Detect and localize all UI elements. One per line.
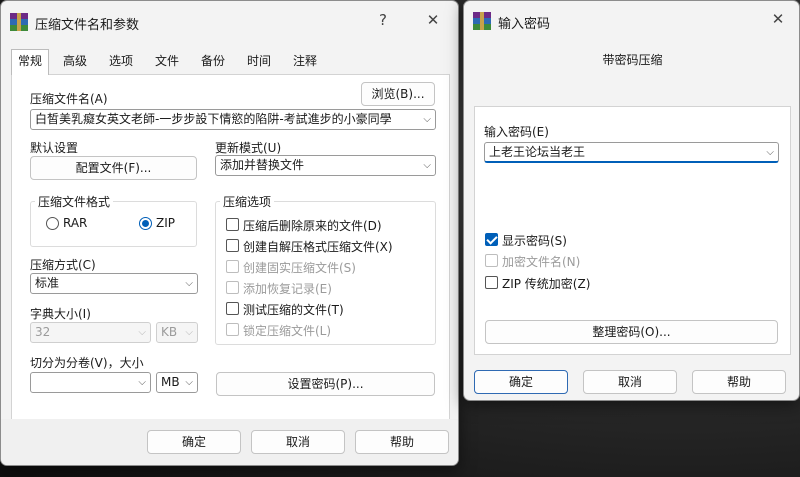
close-icon[interactable]: ✕	[421, 11, 445, 29]
update-mode-value: 添加并替换文件	[220, 158, 305, 172]
options-group-title: 压缩选项	[220, 193, 275, 210]
enter-password-label: 输入密码(E)	[484, 125, 549, 139]
option-solid-checkbox[interactable]	[226, 260, 239, 273]
general-tab-panel: 压缩文件名(A) 浏览(B)... 白皙美乳癡女英文老師-一步步設下情慾的陷阱-…	[11, 74, 450, 420]
format-group-title: 压缩文件格式	[35, 193, 114, 210]
chevron-down-icon[interactable]: ⌵	[423, 110, 431, 129]
main-footer: 确定 取消 帮助	[1, 419, 458, 465]
tab-time[interactable]: 时间	[241, 50, 277, 74]
browse-button[interactable]: 浏览(B)...	[361, 82, 435, 106]
help-icon[interactable]: ?	[371, 11, 395, 29]
encrypt-filenames-checkbox[interactable]	[485, 254, 498, 267]
split-size-input[interactable]: ⌵	[30, 372, 151, 393]
dict-label: 字典大小(I)	[30, 307, 91, 321]
cancel-button[interactable]: 取消	[251, 430, 345, 454]
dict-size-select[interactable]: 32 ⌵	[30, 322, 151, 343]
tab-general[interactable]: 常规	[11, 49, 50, 75]
chevron-down-icon[interactable]: ⌵	[185, 323, 193, 342]
split-label: 切分为分卷(V)，大小	[30, 356, 144, 370]
organize-passwords-button[interactable]: 整理密码(O)...	[485, 320, 778, 344]
option-test-label[interactable]: 测试压缩的文件(T)	[243, 301, 344, 318]
encrypt-filenames-label[interactable]: 加密文件名(N)	[502, 253, 580, 270]
tab-backup[interactable]: 备份	[195, 50, 231, 74]
tab-files[interactable]: 文件	[149, 50, 185, 74]
ok-button[interactable]: 确定	[147, 430, 241, 454]
cancel-button[interactable]: 取消	[583, 370, 677, 394]
option-sfx-label[interactable]: 创建自解压格式压缩文件(X)	[243, 238, 393, 255]
chevron-down-icon[interactable]: ⌵	[766, 143, 774, 161]
format-rar-radio[interactable]	[46, 217, 59, 230]
winrar-app-icon	[10, 13, 28, 31]
show-password-label[interactable]: 显示密码(S)	[502, 232, 567, 249]
dict-unit-select[interactable]: KB ⌵	[156, 322, 198, 343]
chevron-down-icon[interactable]: ⌵	[138, 323, 146, 342]
option-sfx-checkbox[interactable]	[226, 239, 239, 252]
option-recovery-checkbox[interactable]	[226, 281, 239, 294]
update-mode-select[interactable]: 添加并替换文件 ⌵	[215, 155, 436, 176]
method-value: 标准	[35, 276, 60, 290]
default-settings-label: 默认设置	[30, 141, 79, 155]
enter-password-window: 输入密码 ✕ 带密码压缩 输入密码(E) 上老王论坛当老王 ⌵ 显示密码(S) …	[463, 0, 800, 401]
option-lock-checkbox[interactable]	[226, 323, 239, 336]
show-password-checkbox[interactable]	[485, 233, 498, 246]
option-recovery-label[interactable]: 添加恢复记录(E)	[243, 280, 332, 297]
archive-settings-window: 压缩文件名和参数 ? ✕ 常规 高级 选项 文件 备份 时间 注释 压缩文件名(…	[0, 0, 459, 466]
help-button[interactable]: 帮助	[355, 430, 449, 454]
winrar-app-icon	[473, 12, 491, 30]
ok-button[interactable]: 确定	[474, 370, 568, 394]
chevron-down-icon[interactable]: ⌵	[138, 373, 146, 392]
option-delete-after-label[interactable]: 压缩后删除原来的文件(D)	[243, 217, 382, 234]
option-lock-label[interactable]: 锁定压缩文件(L)	[243, 322, 331, 339]
archive-name-label: 压缩文件名(A)	[30, 92, 108, 106]
chevron-down-icon[interactable]: ⌵	[185, 274, 193, 293]
tab-advanced[interactable]: 高级	[57, 50, 93, 74]
set-password-button[interactable]: 设置密码(P)...	[216, 372, 435, 396]
split-unit-select[interactable]: MB ⌵	[156, 372, 198, 393]
option-delete-after-checkbox[interactable]	[226, 218, 239, 231]
window-title: 压缩文件名和参数	[35, 18, 140, 33]
format-zip-label[interactable]: ZIP	[156, 216, 175, 230]
archive-name-combo[interactable]: 白皙美乳癡女英文老師-一步步設下情慾的陷阱-考試進步的小豪同學 ⌵	[30, 109, 436, 130]
profiles-button[interactable]: 配置文件(F)...	[30, 156, 197, 180]
titlebar[interactable]: 输入密码 ✕	[464, 1, 799, 41]
zip-legacy-label[interactable]: ZIP 传统加密(Z)	[502, 275, 590, 292]
help-button[interactable]: 帮助	[692, 370, 786, 394]
update-mode-label: 更新模式(U)	[215, 141, 282, 155]
format-zip-radio[interactable]	[139, 217, 152, 230]
option-test-checkbox[interactable]	[226, 302, 239, 315]
chevron-down-icon[interactable]: ⌵	[185, 373, 193, 392]
password-value: 上老王论坛当老王	[489, 145, 586, 159]
format-rar-label[interactable]: RAR	[63, 216, 87, 230]
method-label: 压缩方式(C)	[30, 258, 96, 272]
tab-options[interactable]: 选项	[103, 50, 139, 74]
window-title: 输入密码	[498, 17, 551, 32]
split-unit-value: MB	[161, 375, 180, 389]
chevron-down-icon[interactable]: ⌵	[423, 156, 431, 175]
tab-comment[interactable]: 注释	[287, 50, 323, 74]
titlebar[interactable]: 压缩文件名和参数 ? ✕	[1, 1, 458, 41]
archive-name-value: 白皙美乳癡女英文老師-一步步設下情慾的陷阱-考試進步的小豪同學	[35, 112, 392, 126]
dict-size-value: 32	[35, 325, 51, 339]
method-select[interactable]: 标准 ⌵	[30, 273, 198, 294]
password-panel: 输入密码(E) 上老王论坛当老王 ⌵ 显示密码(S) 加密文件名(N) ZIP …	[474, 106, 791, 355]
dict-unit-value: KB	[161, 325, 178, 339]
password-input[interactable]: 上老王论坛当老王 ⌵	[484, 142, 779, 163]
option-solid-label[interactable]: 创建固实压缩文件(S)	[243, 259, 356, 276]
zip-legacy-checkbox[interactable]	[485, 276, 498, 289]
password-heading: 带密码压缩	[602, 53, 663, 67]
close-icon[interactable]: ✕	[766, 10, 790, 28]
